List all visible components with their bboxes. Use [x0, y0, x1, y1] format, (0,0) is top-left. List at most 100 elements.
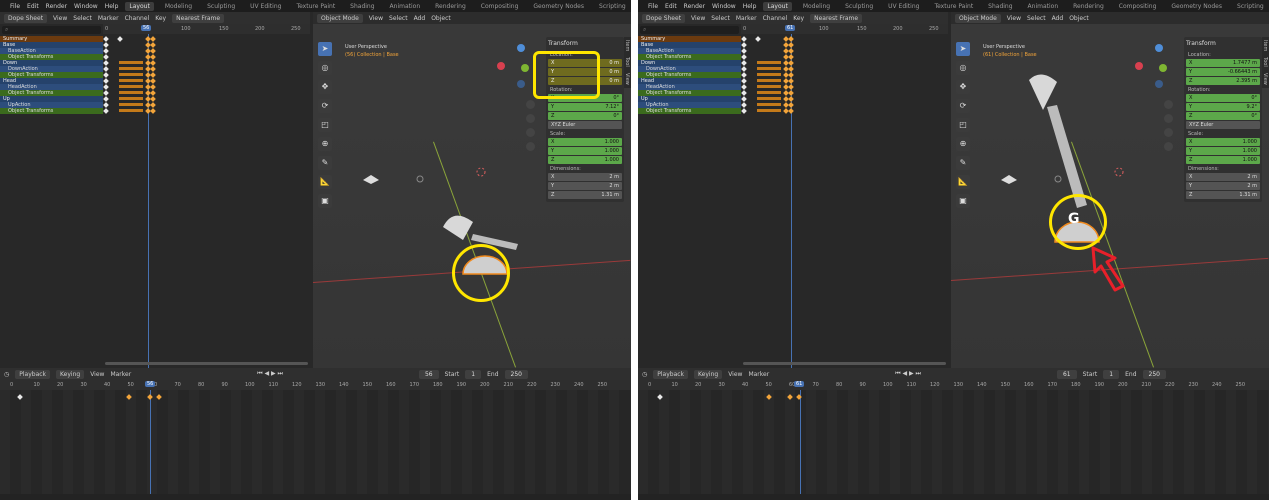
clock-icon[interactable]: ◷: [642, 371, 647, 378]
transform-tool-icon[interactable]: ⊕: [956, 137, 970, 151]
neg-z-gizmo-icon[interactable]: [517, 80, 525, 88]
vp-menu-add[interactable]: Add: [1052, 15, 1064, 22]
neg-z-gizmo-icon[interactable]: [1155, 80, 1163, 88]
keyframe-diamond[interactable]: [117, 36, 123, 42]
keyframe-diamond[interactable]: [788, 108, 794, 114]
timeline-keyframe[interactable]: [17, 394, 23, 400]
keyframe-hold-bar[interactable]: [119, 73, 143, 76]
keyframe-diamond[interactable]: [150, 66, 156, 72]
keyframe-grid[interactable]: 0 100 150 200 250 56: [103, 24, 310, 368]
add-cube-tool-icon[interactable]: ▣: [956, 194, 970, 208]
tab-shading[interactable]: Shading: [346, 2, 378, 11]
tab-tool[interactable]: Tool: [1262, 54, 1268, 70]
vp-menu-select[interactable]: Select: [389, 15, 408, 22]
pan-hand-icon[interactable]: [1164, 114, 1173, 123]
tab-sculpting[interactable]: Sculpting: [203, 2, 239, 11]
timeline-keyframe[interactable]: [657, 394, 663, 400]
ds-menu-channel[interactable]: Channel: [763, 15, 788, 22]
y-axis-gizmo-icon[interactable]: [521, 64, 529, 72]
keyframe-hold-bar[interactable]: [119, 103, 143, 106]
annotate-tool-icon[interactable]: ✎: [956, 156, 970, 170]
keyframe-hold-bar[interactable]: [757, 85, 781, 88]
zoom-icon[interactable]: [1164, 100, 1173, 109]
tab-modeling[interactable]: Modeling: [799, 2, 834, 11]
vp-menu-add[interactable]: Add: [414, 15, 426, 22]
keyframe-diamond[interactable]: [150, 72, 156, 78]
select-tool-icon[interactable]: ➤: [956, 42, 970, 56]
snap-dropdown[interactable]: Nearest Frame: [810, 13, 863, 23]
start-frame-field[interactable]: 1: [1103, 369, 1120, 379]
tab-compositing[interactable]: Compositing: [477, 2, 523, 11]
mode-dropdown[interactable]: Object Mode: [317, 13, 363, 23]
keyframe-diamond[interactable]: [150, 36, 156, 42]
tab-layout[interactable]: Layout: [763, 1, 792, 11]
keyframe-diamond[interactable]: [755, 36, 761, 42]
keyframe-hold-bar[interactable]: [119, 61, 143, 64]
measure-tool-icon[interactable]: 📐: [956, 175, 970, 189]
camera-view-icon[interactable]: [526, 128, 535, 137]
location-z-field[interactable]: Z 2.395 m: [1186, 77, 1260, 85]
keyframe-diamond[interactable]: [741, 60, 747, 66]
timeline-playhead[interactable]: [150, 390, 151, 494]
keyframe-diamond[interactable]: [741, 78, 747, 84]
keyframe-hold-bar[interactable]: [119, 109, 143, 112]
z-axis-gizmo-icon[interactable]: [1155, 44, 1163, 52]
keyframe-diamond[interactable]: [150, 90, 156, 96]
tab-view[interactable]: View: [1262, 70, 1268, 88]
playback-menu[interactable]: Playback: [15, 369, 51, 379]
keyframe-hold-bar[interactable]: [757, 79, 781, 82]
tab-item[interactable]: Item: [1262, 37, 1268, 54]
scale-z-field[interactable]: Z 1.000: [1186, 156, 1260, 164]
tab-tool[interactable]: Tool: [624, 54, 630, 70]
menu-render[interactable]: Render: [46, 3, 67, 10]
playback-menu[interactable]: Playback: [653, 369, 689, 379]
tab-uv-editing[interactable]: UV Editing: [884, 2, 923, 11]
keyframe-hold-bar[interactable]: [119, 85, 143, 88]
tab-scripting[interactable]: Scripting: [595, 2, 630, 11]
keyframe-hold-bar[interactable]: [119, 79, 143, 82]
channel-search-input[interactable]: ⌕: [2, 26, 101, 34]
keyframe-hold-bar[interactable]: [757, 73, 781, 76]
scale-tool-icon[interactable]: ◰: [956, 118, 970, 132]
ds-menu-select[interactable]: Select: [711, 15, 730, 22]
menu-edit[interactable]: Edit: [27, 3, 39, 10]
keyframe-hold-bar[interactable]: [757, 103, 781, 106]
timeline-keyframe[interactable]: [766, 394, 772, 400]
camera-view-icon[interactable]: [1164, 128, 1173, 137]
keyframe-diamond[interactable]: [103, 48, 109, 54]
annotate-tool-icon[interactable]: ✎: [318, 156, 332, 170]
rotation-x-field[interactable]: X 0°: [1186, 94, 1260, 102]
vp-menu-object[interactable]: Object: [431, 15, 451, 22]
editor-type-dropdown[interactable]: Dope Sheet: [4, 13, 48, 23]
vp-menu-select[interactable]: Select: [1027, 15, 1046, 22]
dimension-x-field[interactable]: X 2 m: [1186, 173, 1260, 181]
keyframe-hold-bar[interactable]: [757, 61, 781, 64]
keyframe-diamond[interactable]: [741, 108, 747, 114]
3d-viewport[interactable]: Object Mode View Select Add Object ➤ ◎ ✥…: [951, 12, 1269, 368]
keyframe-diamond[interactable]: [788, 60, 794, 66]
keyframe-diamond[interactable]: [150, 78, 156, 84]
tab-sculpting[interactable]: Sculpting: [841, 2, 877, 11]
keying-menu[interactable]: Keying: [694, 369, 723, 379]
scale-y-field[interactable]: Y 1.000: [1186, 147, 1260, 155]
cursor-tool-icon[interactable]: ◎: [318, 61, 332, 75]
keyframe-diamond[interactable]: [741, 54, 747, 60]
tab-geometry-nodes[interactable]: Geometry Nodes: [1167, 2, 1226, 11]
keyframe-diamond[interactable]: [103, 42, 109, 48]
tl-menu-view[interactable]: View: [728, 371, 742, 378]
measure-tool-icon[interactable]: 📐: [318, 175, 332, 189]
3d-viewport[interactable]: Object Mode View Select Add Object ➤ ◎ ✥…: [313, 12, 631, 368]
keyframe-diamond[interactable]: [103, 96, 109, 102]
menu-file[interactable]: File: [648, 3, 658, 10]
scale-z-field[interactable]: Z 1.000: [548, 156, 622, 164]
transform-title[interactable]: Transform: [1186, 39, 1260, 50]
keyframe-diamond[interactable]: [788, 36, 794, 42]
rotation-mode-dropdown[interactable]: XYZ Euler: [548, 121, 622, 129]
keyframe-diamond[interactable]: [150, 42, 156, 48]
transform-tool-icon[interactable]: ⊕: [318, 137, 332, 151]
frame-ruler[interactable]: 0 100 150 200 250 56: [103, 24, 310, 34]
menu-render[interactable]: Render: [684, 3, 705, 10]
ds-menu-key[interactable]: Key: [155, 15, 166, 22]
keyframe-diamond[interactable]: [788, 72, 794, 78]
keyframe-diamond[interactable]: [788, 84, 794, 90]
